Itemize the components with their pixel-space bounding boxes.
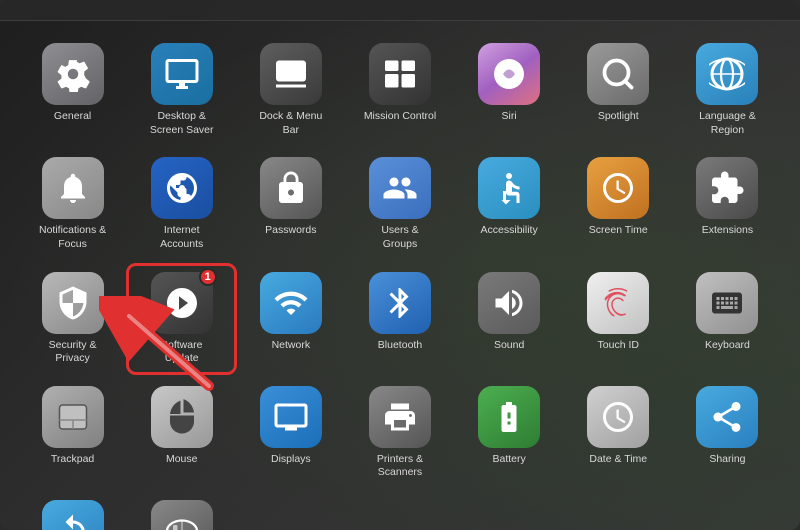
notification-badge: 1 xyxy=(199,268,217,286)
icon-item-network[interactable]: Network xyxy=(238,266,343,372)
icon-label-network: Network xyxy=(272,339,311,353)
icon-label-keyboard: Keyboard xyxy=(705,339,750,353)
icon-label-internet: Internet Accounts xyxy=(145,224,219,251)
icon-item-datetime[interactable]: Date & Time xyxy=(566,380,671,486)
icon-label-sound: Sound xyxy=(494,339,524,353)
update-banner xyxy=(0,0,800,21)
icon-label-general: General xyxy=(54,110,91,124)
icon-label-displays: Displays xyxy=(271,453,311,467)
icon-label-mission: Mission Control xyxy=(364,110,436,124)
icon-label-bluetooth: Bluetooth xyxy=(378,339,422,353)
icon-label-datetime: Date & Time xyxy=(589,453,647,467)
icon-label-security: Security & Privacy xyxy=(36,339,110,366)
icon-item-trackpad[interactable]: Trackpad xyxy=(20,380,125,486)
icon-label-accessibility: Accessibility xyxy=(481,224,538,238)
icon-item-displays[interactable]: Displays xyxy=(238,380,343,486)
icon-label-passwords: Passwords xyxy=(265,224,316,238)
icon-label-desktop: Desktop & Screen Saver xyxy=(145,110,219,137)
icon-item-language[interactable]: Language & Region xyxy=(675,37,780,143)
system-preferences-window: General Desktop & Screen Saver Dock & Menu… xyxy=(0,0,800,530)
icon-label-spotlight: Spotlight xyxy=(598,110,639,124)
icon-label-dock: Dock & Menu Bar xyxy=(254,110,328,137)
icon-item-spotlight[interactable]: Spotlight xyxy=(566,37,671,143)
icon-item-desktop[interactable]: Desktop & Screen Saver xyxy=(129,37,234,143)
icon-label-software: Software Update xyxy=(145,339,219,366)
icon-item-software[interactable]: 1 Software Update xyxy=(129,266,234,372)
icon-item-accessibility[interactable]: Accessibility xyxy=(457,151,562,257)
icon-item-notifications[interactable]: Notifications & Focus xyxy=(20,151,125,257)
icon-item-general[interactable]: General xyxy=(20,37,125,143)
icon-label-users: Users & Groups xyxy=(363,224,437,251)
icon-label-siri: Siri xyxy=(502,110,517,124)
icon-label-battery: Battery xyxy=(493,453,526,467)
icon-item-startup[interactable]: Startup Disk xyxy=(129,494,234,530)
icon-item-printers[interactable]: Printers & Scanners xyxy=(347,380,452,486)
icon-label-touchid: Touch ID xyxy=(598,339,639,353)
icon-label-extensions: Extensions xyxy=(702,224,753,238)
icon-label-language: Language & Region xyxy=(690,110,764,137)
icon-item-passwords[interactable]: Passwords xyxy=(238,151,343,257)
icon-item-siri[interactable]: Siri xyxy=(457,37,562,143)
icon-item-mission[interactable]: Mission Control xyxy=(347,37,452,143)
icons-grid: General Desktop & Screen Saver Dock & Menu… xyxy=(20,37,780,530)
icon-item-sound[interactable]: Sound xyxy=(457,266,562,372)
icon-item-sharing[interactable]: Sharing xyxy=(675,380,780,486)
icon-item-battery[interactable]: Battery xyxy=(457,380,562,486)
icon-item-timemachine[interactable]: Time Machine xyxy=(20,494,125,530)
icon-label-trackpad: Trackpad xyxy=(51,453,94,467)
icon-item-mouse[interactable]: Mouse xyxy=(129,380,234,486)
icon-item-screentime[interactable]: Screen Time xyxy=(566,151,671,257)
icon-item-bluetooth[interactable]: Bluetooth xyxy=(347,266,452,372)
icon-label-printers: Printers & Scanners xyxy=(363,453,437,480)
icon-item-touchid[interactable]: Touch ID xyxy=(566,266,671,372)
icon-item-security[interactable]: Security & Privacy xyxy=(20,266,125,372)
icon-item-keyboard[interactable]: Keyboard xyxy=(675,266,780,372)
icon-item-users[interactable]: Users & Groups xyxy=(347,151,452,257)
icon-item-extensions[interactable]: Extensions xyxy=(675,151,780,257)
icon-label-notifications: Notifications & Focus xyxy=(36,224,110,251)
icons-grid-container: General Desktop & Screen Saver Dock & Menu… xyxy=(0,21,800,530)
icon-label-screentime: Screen Time xyxy=(589,224,648,238)
icon-label-sharing: Sharing xyxy=(709,453,745,467)
icon-item-internet[interactable]: Internet Accounts xyxy=(129,151,234,257)
icon-label-mouse: Mouse xyxy=(166,453,198,467)
icon-item-dock[interactable]: Dock & Menu Bar xyxy=(238,37,343,143)
